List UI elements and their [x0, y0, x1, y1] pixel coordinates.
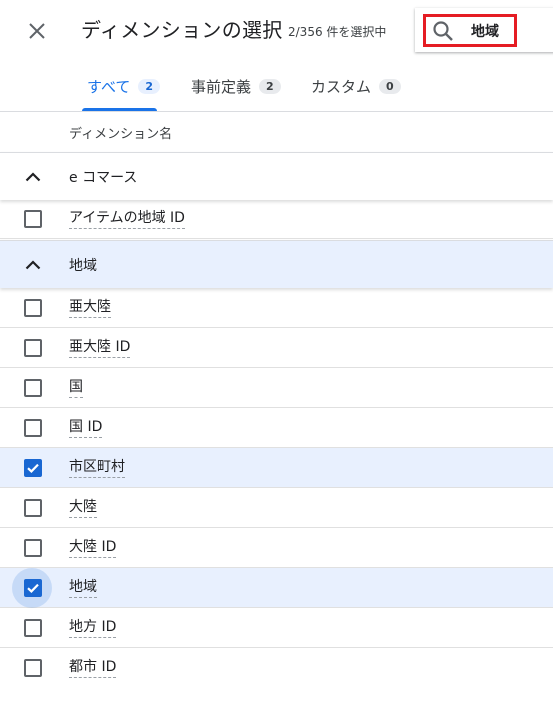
dimension-name: 国 ID	[69, 419, 103, 438]
collapse-toggle[interactable]	[22, 166, 44, 188]
tab-custom[interactable]: カスタム 0	[311, 76, 401, 97]
tab-bar: すべて 2 事前定義 2 カスタム 0	[0, 60, 553, 112]
list-item[interactable]: 市区町村	[0, 448, 553, 488]
dimension-name: 市区町村	[69, 459, 125, 478]
checkbox[interactable]	[24, 459, 42, 477]
close-button[interactable]	[22, 16, 52, 46]
tab-count-badge: 2	[259, 79, 281, 94]
tab-label: 事前定義	[191, 78, 252, 96]
column-header-dimension-name: ディメンション名	[69, 127, 173, 142]
list-item[interactable]: アイテムの地域 ID	[0, 199, 553, 239]
checkbox[interactable]	[24, 419, 42, 437]
chevron-up-icon	[25, 259, 41, 269]
checkbox[interactable]	[24, 379, 42, 397]
checkbox[interactable]	[24, 210, 42, 228]
search-input[interactable]: 地域	[471, 21, 499, 41]
list-item[interactable]: 国	[0, 368, 553, 408]
group-label: 地域	[69, 257, 97, 274]
list-item[interactable]: 都市 ID	[0, 648, 553, 688]
collapse-toggle[interactable]	[22, 254, 44, 276]
list-item[interactable]: 大陸 ID	[0, 528, 553, 568]
dimension-name: 地域	[69, 579, 97, 598]
list-item[interactable]: 国 ID	[0, 408, 553, 448]
dimension-name: 国	[69, 379, 83, 398]
active-tab-indicator	[82, 108, 157, 111]
list-item[interactable]: 地方 ID	[0, 608, 553, 648]
dimension-name: 亜大陸 ID	[69, 339, 131, 358]
tab-all[interactable]: すべて 2	[87, 76, 161, 97]
dialog-title: ディメンションの選択	[81, 18, 283, 42]
tab-label: カスタム	[311, 78, 372, 96]
check-icon	[27, 583, 39, 593]
check-icon	[27, 463, 39, 473]
checkbox[interactable]	[24, 619, 42, 637]
tab-label: すべて	[87, 78, 131, 96]
checkbox[interactable]	[24, 659, 42, 677]
dimension-name: 亜大陸	[69, 299, 111, 318]
dimension-name: 地方 ID	[69, 619, 117, 638]
close-icon	[29, 23, 45, 39]
list-item[interactable]: 地域	[0, 568, 553, 608]
checkbox[interactable]	[24, 539, 42, 557]
list-item[interactable]: 大陸	[0, 488, 553, 528]
search-icon	[433, 21, 453, 41]
group-header-region[interactable]: 地域	[0, 240, 553, 288]
checkbox[interactable]	[24, 499, 42, 517]
dimension-name: 都市 ID	[69, 659, 117, 678]
chevron-up-icon	[25, 171, 41, 181]
dimension-name: 大陸 ID	[69, 539, 117, 558]
group-label: e コマース	[69, 169, 138, 186]
selection-count: 2/356 件を選択中	[288, 25, 387, 39]
tab-count-badge: 2	[138, 79, 161, 94]
checkbox[interactable]	[24, 579, 42, 597]
group-header-ecommerce[interactable]: e コマース	[0, 152, 553, 200]
list-item[interactable]: 亜大陸 ID	[0, 328, 553, 368]
tab-predefined[interactable]: 事前定義 2	[191, 76, 281, 97]
checkbox[interactable]	[24, 299, 42, 317]
dimension-name: 大陸	[69, 499, 97, 518]
checkbox[interactable]	[24, 339, 42, 357]
tab-count-badge: 0	[379, 79, 401, 94]
dimension-name: アイテムの地域 ID	[69, 210, 185, 229]
list-item[interactable]: 亜大陸	[0, 288, 553, 328]
